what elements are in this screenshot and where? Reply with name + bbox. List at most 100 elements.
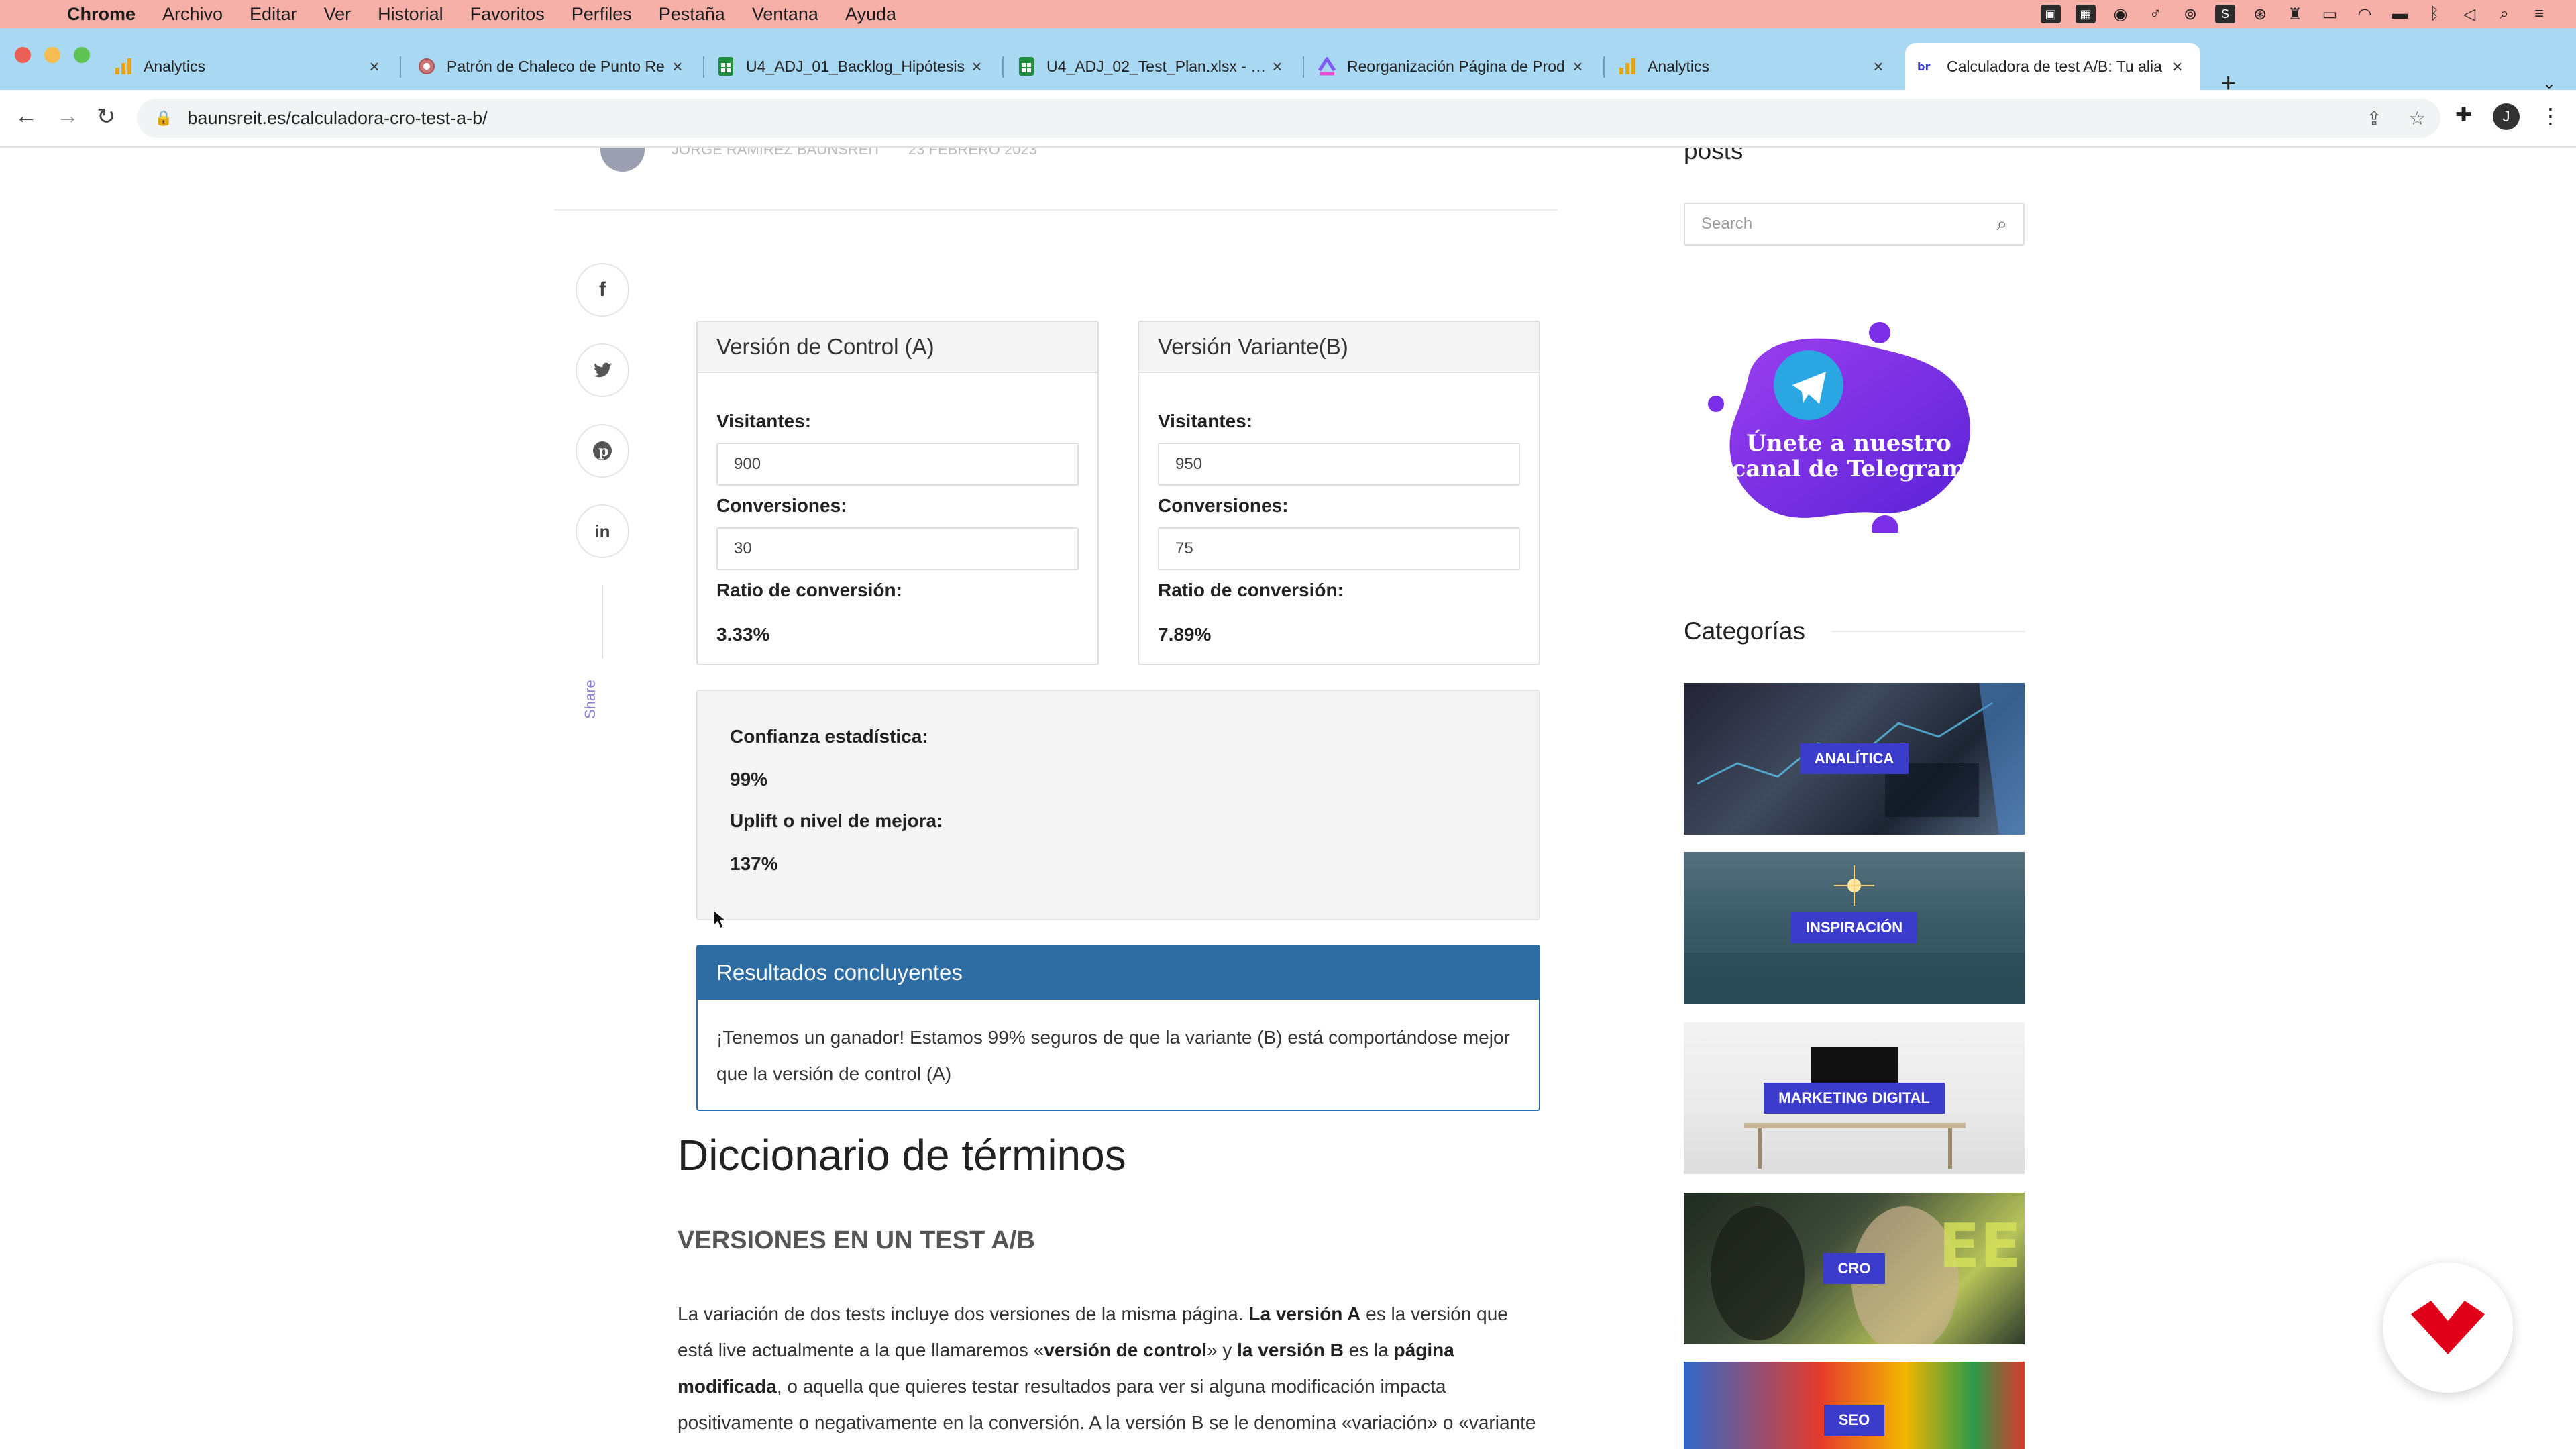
pinterest-icon[interactable]: p [576,424,629,478]
tab-analytics-1[interactable]: Analytics × [102,43,397,90]
tray-app-icon[interactable]: ◉ [2110,5,2131,23]
close-tab-icon[interactable]: × [1267,56,1288,77]
tray-app-icon[interactable]: ▦ [2076,5,2096,23]
control-ratio-label: Ratio de conversión: [716,580,902,600]
tab-patron-chaleco[interactable]: Patrón de Chaleco de Punto Re × [405,43,700,90]
menu-archivo[interactable]: Archivo [162,4,223,25]
telegram-line-1: Únete a nuestro [1746,430,1951,457]
twitter-icon[interactable] [576,343,629,397]
tab-analytics-2[interactable]: Analytics × [1606,43,1901,90]
variant-visitors-input[interactable] [1158,443,1520,486]
pattern-site-icon [417,57,436,76]
author-name[interactable]: JORGE RAMÍREZ BAUNSREIT [672,148,881,158]
tray-app-icon[interactable]: ♂ [2145,5,2165,23]
category-analitica[interactable]: ANALÍTICA [1684,683,2025,835]
control-center-icon[interactable]: ≡ [2529,5,2549,23]
control-conversions-input[interactable] [716,527,1079,570]
menu-chrome[interactable]: Chrome [67,4,136,25]
category-badge[interactable]: SEO [1823,1405,1885,1436]
close-tab-icon[interactable]: × [1567,56,1589,77]
menu-favoritos[interactable]: Favoritos [470,4,545,25]
category-badge[interactable]: CRO [1823,1253,1886,1284]
menu-editar[interactable]: Editar [250,4,297,25]
tab-test-plan[interactable]: U4_ADJ_02_Test_Plan.xlsx - Ho × [1005,43,1300,90]
bookmark-star-icon[interactable]: ☆ [2409,107,2426,129]
paragraph-bold: La versión A [1248,1303,1361,1324]
variant-conversions-input[interactable] [1158,527,1520,570]
menu-pestana[interactable]: Pestaña [659,4,725,25]
tray-app-icon[interactable]: ⊚ [2180,5,2200,23]
tab-reorganizacion[interactable]: Reorganización Página de Prod × [1305,43,1601,90]
close-tab-icon[interactable]: × [364,56,385,77]
svg-text:EE: EE [1939,1211,2021,1281]
tab-separator [400,56,401,78]
browser-toolbar: ← → ↻ 🔒 baunsreit.es/calculadora-cro-tes… [0,90,2576,148]
tray-app-icon[interactable]: ⊛ [2250,5,2270,23]
chrome-menu-icon[interactable]: ⋮ [2540,103,2561,129]
reload-icon[interactable]: ↻ [97,103,116,130]
flag-icon[interactable]: ▬ [2390,5,2410,23]
category-inspiracion[interactable]: INSPIRACIÓN [1684,852,2025,1004]
tray-app-icon[interactable]: ♜ [2285,5,2305,23]
close-tab-icon[interactable]: × [2167,56,2188,77]
zoom-window-button[interactable] [74,47,90,63]
search-icon[interactable]: ⌕ [1996,213,2007,235]
close-tab-icon[interactable]: × [1868,56,1889,77]
categories-heading: Categorías [1684,617,1805,645]
forward-arrow-icon[interactable]: → [56,103,79,129]
search-icon[interactable]: ⌕ [2494,5,2514,23]
profile-avatar[interactable]: J [2493,103,2520,130]
control-visitors-label: Visitantes: [716,411,812,431]
baunsreit-chat-button[interactable] [2383,1263,2513,1393]
lock-icon[interactable]: 🔒 [154,109,172,127]
menu-perfiles[interactable]: Perfiles [572,4,632,25]
tab-separator [1603,56,1605,78]
divider [554,209,1558,211]
window-controls [15,47,90,63]
url-text[interactable]: baunsreit.es/calculadora-cro-test-a-b/ [187,108,487,129]
share-page-icon[interactable]: ⇪ [2366,107,2381,129]
close-tab-icon[interactable]: × [667,56,688,77]
control-visitors-input[interactable] [716,443,1079,486]
wifi-icon[interactable]: ◠ [2355,5,2375,23]
category-badge[interactable]: ANALÍTICA [1799,743,1909,774]
telegram-banner[interactable]: Únete a nuestro canal de Telegram [1708,318,1990,542]
menu-ver[interactable]: Ver [324,4,352,25]
confidence-label: Confianza estadística: [730,726,928,747]
linkedin-icon[interactable]: in [576,504,629,558]
sidebar-search-input[interactable]: Search ⌕ [1684,203,2025,246]
display-icon[interactable]: ▭ [2320,5,2340,23]
tray-app-icon[interactable]: S [2215,5,2235,23]
paragraph-text: » y [1207,1340,1238,1360]
category-badge[interactable]: INSPIRACIÓN [1790,912,1918,943]
menu-ventana[interactable]: Ventana [752,4,818,25]
category-marketing-digital[interactable]: MARKETING DIGITAL [1684,1022,2025,1174]
versions-subheading: VERSIONES EN UN TEST A/B [678,1226,1035,1254]
analytics-icon [1618,57,1637,76]
back-arrow-icon[interactable]: ← [15,103,38,129]
bluetooth-icon[interactable]: ᛒ [2424,5,2445,23]
tab-calculadora-active[interactable]: br Calculadora de test A/B: Tu alia × [1905,43,2200,90]
extensions-icon[interactable]: ✚ [2455,103,2472,127]
category-seo[interactable]: SEO [1684,1362,2025,1449]
category-cro[interactable]: EE CRO [1684,1193,2025,1344]
menu-historial[interactable]: Historial [378,4,443,25]
close-tab-icon[interactable]: × [966,56,987,77]
tab-backlog-hipotesis[interactable]: U4_ADJ_01_Backlog_Hipótesis × [704,43,1000,90]
volume-icon[interactable]: ◁ [2459,5,2479,23]
web-page: JORGE RAMÍREZ BAUNSREIT 23 FEBRERO 2023 … [0,148,2576,1449]
menu-ayuda[interactable]: Ayuda [845,4,896,25]
tray-app-icon[interactable]: ▣ [2041,5,2061,23]
author-avatar [600,148,645,172]
divider [1831,631,2025,632]
paragraph-text: La variación de dos tests incluye dos ve… [678,1303,1249,1324]
category-badge[interactable]: MARKETING DIGITAL [1764,1083,1945,1114]
facebook-icon[interactable]: f [576,263,629,317]
variant-version-panel: Versión Variante(B) Visitantes: Conversi… [1138,321,1540,665]
address-bar[interactable]: 🔒 baunsreit.es/calculadora-cro-test-a-b/… [137,99,2440,138]
sheets-icon [716,57,735,76]
tab-strip: Analytics × Patrón de Chaleco de Punto R… [0,28,2576,98]
minimize-window-button[interactable] [44,47,60,63]
mouse-cursor-icon [713,910,728,930]
close-window-button[interactable] [15,47,31,63]
